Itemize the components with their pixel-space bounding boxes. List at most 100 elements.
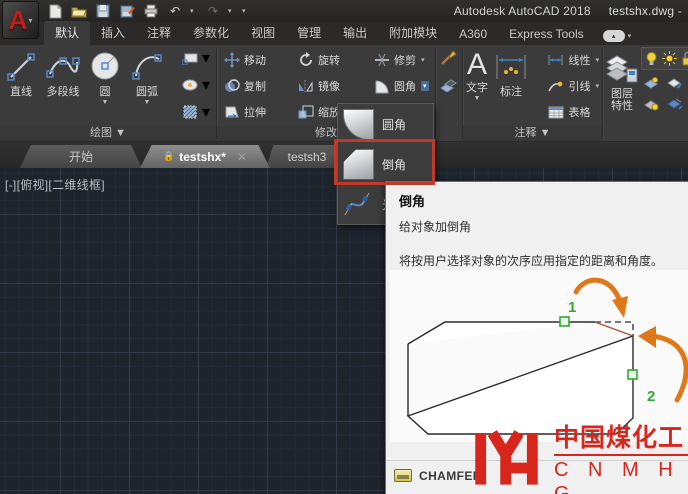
- menu-item-fillet[interactable]: 圆角: [338, 104, 433, 144]
- linear-dimension-icon: [547, 52, 564, 69]
- tooltip-title: 倒角: [386, 182, 688, 210]
- file-tab-testshx[interactable]: 🔒 testshx* ✕: [140, 145, 270, 168]
- annotation-panel-label[interactable]: 注释 ▼: [463, 126, 602, 141]
- fillet-button[interactable]: 圆角 ▾: [373, 74, 439, 98]
- circle-dropdown-icon[interactable]: ▼: [102, 100, 109, 106]
- tab-express-tools[interactable]: Express Tools: [498, 24, 594, 45]
- tooltip-subtitle: 给对象加倒角: [386, 210, 688, 235]
- linear-dimension-button[interactable]: 线性 ▾: [547, 48, 599, 72]
- polyline-button[interactable]: 多段线: [46, 47, 80, 106]
- diagram-label-1: 1: [568, 299, 576, 316]
- grip-2: [628, 370, 637, 379]
- qat-customize-icon[interactable]: ▾: [242, 7, 250, 15]
- table-button[interactable]: 表格: [547, 100, 599, 124]
- chamfer-shape-outline: [408, 322, 633, 434]
- lock-icon: 🔒: [163, 151, 174, 162]
- fillet-icon: [373, 78, 390, 95]
- mirror-button[interactable]: 镜像: [297, 74, 373, 98]
- file-tab-start[interactable]: 开始: [20, 145, 142, 168]
- layer-freeze-sun-icon[interactable]: [662, 50, 677, 67]
- isolate-objects-icon[interactable]: [440, 76, 457, 93]
- command-name: CHAMFER: [419, 469, 482, 483]
- watermark-logo-icon: [474, 424, 544, 492]
- ellipse-button[interactable]: ▾: [182, 75, 210, 95]
- tab-manage[interactable]: 管理: [286, 21, 332, 45]
- ellipse-dropdown-icon[interactable]: ▾: [202, 75, 210, 95]
- rectangle-button[interactable]: ▾: [182, 48, 210, 68]
- stretch-icon: [223, 104, 240, 121]
- watermark-chinese-text: 中国煤化工: [554, 424, 688, 456]
- trim-dropdown-icon[interactable]: ▾: [421, 56, 425, 64]
- copy-icon: [223, 78, 240, 95]
- tab-view[interactable]: 视图: [240, 21, 286, 45]
- plot-icon[interactable]: [142, 3, 160, 19]
- fillet-dropdown-icon[interactable]: ▾: [421, 81, 429, 91]
- text-button[interactable]: A 文字 ▼: [466, 47, 488, 102]
- linear-dropdown-icon[interactable]: ▾: [595, 56, 599, 64]
- tab-default[interactable]: 默认: [44, 21, 90, 45]
- copy-button[interactable]: 复制: [223, 74, 297, 98]
- ribbon-minimize-icon: ▴: [603, 30, 625, 42]
- leader-icon: [547, 78, 564, 95]
- layer-properties-button[interactable]: 图层特性: [605, 49, 639, 112]
- close-tab-icon[interactable]: ✕: [237, 150, 247, 164]
- new-file-icon[interactable]: [46, 3, 64, 19]
- document-title: testshx.dwg -: [609, 4, 682, 18]
- arc-dropdown-icon[interactable]: ▼: [144, 100, 151, 106]
- ellipse-icon: [182, 77, 199, 94]
- hatch-icon: [182, 104, 199, 121]
- layer-properties-icon: [605, 52, 639, 86]
- draw-panel-label[interactable]: 绘图 ▼: [0, 126, 216, 141]
- viewport-controls[interactable]: [-][俯视][二维线框]: [5, 176, 105, 193]
- layer-unisolate-icon[interactable]: [666, 74, 683, 91]
- match-properties-brush-icon[interactable]: [440, 49, 457, 66]
- save-icon[interactable]: [94, 3, 112, 19]
- tab-output[interactable]: 输出: [332, 21, 378, 45]
- chamfer-edge-line: [595, 322, 633, 336]
- ribbon-minimize-control[interactable]: ▴ ▾: [603, 30, 632, 42]
- ribbon-tab-bar: 默认 插入 注释 参数化 视图 管理 输出 附加模块 A360 Express …: [0, 22, 688, 45]
- rotate-icon: [297, 52, 314, 69]
- scale-icon: [297, 104, 314, 121]
- trim-icon: [373, 52, 390, 69]
- text-dropdown-icon[interactable]: ▼: [474, 96, 481, 102]
- hatch-button[interactable]: ▾: [182, 102, 210, 122]
- tab-addins[interactable]: 附加模块: [378, 21, 448, 45]
- rectangle-icon: [182, 50, 199, 67]
- open-file-icon[interactable]: [70, 3, 88, 19]
- tab-insert[interactable]: 插入: [90, 21, 136, 45]
- chamfer-highlight-box: [334, 139, 435, 185]
- layer-match-icon[interactable]: [666, 95, 683, 112]
- save-as-icon[interactable]: [118, 3, 136, 19]
- redo-dropdown-icon[interactable]: ▾: [228, 7, 236, 15]
- tab-a360[interactable]: A360: [448, 24, 498, 45]
- arc-button[interactable]: 圆弧 ▼: [130, 47, 164, 106]
- leader-button[interactable]: 引线 ▾: [547, 74, 599, 98]
- undo-icon[interactable]: ↶: [166, 3, 184, 19]
- rotate-button[interactable]: 旋转: [297, 48, 373, 72]
- undo-dropdown-icon[interactable]: ▾: [190, 7, 198, 15]
- stretch-button[interactable]: 拉伸: [223, 100, 297, 124]
- chamfer-diagram: 1 2: [390, 270, 688, 442]
- line-icon: [4, 50, 38, 84]
- redo-icon[interactable]: ↷: [204, 3, 222, 19]
- tab-parametric[interactable]: 参数化: [182, 21, 240, 45]
- layer-isolate-icon[interactable]: [643, 74, 660, 91]
- command-keyboard-icon: [394, 469, 412, 482]
- tab-annotate[interactable]: 注释: [136, 21, 182, 45]
- leader-dropdown-icon[interactable]: ▾: [595, 82, 599, 90]
- watermark-latin-text: C N M H G: [554, 458, 688, 494]
- move-button[interactable]: 移动: [223, 48, 297, 72]
- autocad-app-button[interactable]: A ▾: [2, 1, 39, 39]
- polyline-icon: [46, 50, 80, 84]
- dimension-button[interactable]: 标注: [494, 47, 528, 102]
- app-menu-caret-icon: ▾: [28, 16, 32, 25]
- hatch-dropdown-icon[interactable]: ▾: [202, 102, 210, 122]
- line-button[interactable]: 直线: [4, 47, 38, 106]
- trim-button[interactable]: 修剪 ▾: [373, 48, 439, 72]
- layer-make-current-icon[interactable]: [643, 95, 660, 112]
- layer-lock-icon[interactable]: [681, 50, 688, 67]
- circle-button[interactable]: 圆 ▼: [88, 47, 122, 106]
- rectangle-dropdown-icon[interactable]: ▾: [202, 48, 210, 68]
- layer-off-bulb-icon[interactable]: [645, 50, 658, 67]
